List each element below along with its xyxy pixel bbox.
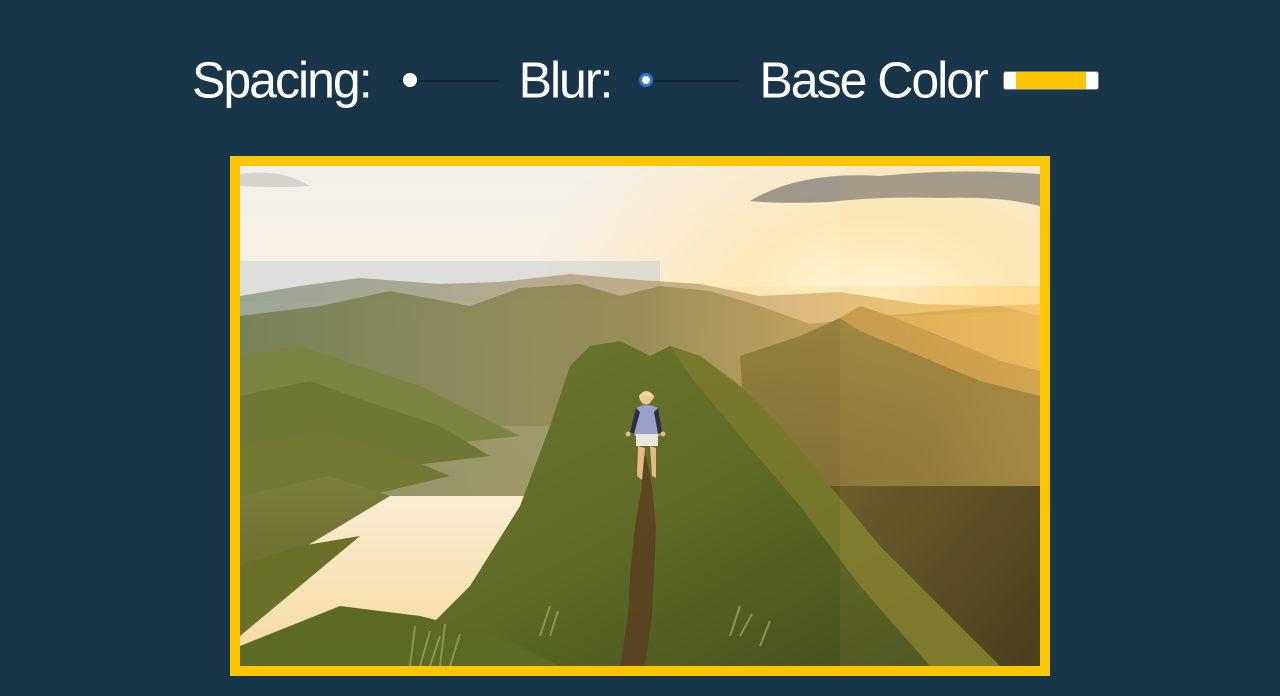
base-color-picker[interactable] [1002, 70, 1099, 90]
controls-bar: Spacing: Blur: Base Color [192, 40, 1099, 120]
base-color-swatch[interactable] [1015, 71, 1086, 89]
blur-label: Blur: [518, 51, 614, 109]
blur-control: Blur: [518, 51, 740, 109]
blur-slider-thumb[interactable] [639, 73, 654, 87]
spacing-slider[interactable] [398, 70, 499, 90]
mountain-hiker-photo [240, 166, 1040, 666]
spacing-slider-thumb[interactable] [402, 73, 417, 87]
image-frame [230, 156, 1050, 676]
spacing-label: Spacing: [192, 51, 373, 109]
base-color-label: Base Color [759, 51, 988, 109]
base-color-control: Base Color [759, 51, 1099, 109]
blur-slider[interactable] [639, 70, 740, 90]
spacing-control: Spacing: [192, 51, 499, 109]
blur-slider-track[interactable] [639, 80, 740, 82]
